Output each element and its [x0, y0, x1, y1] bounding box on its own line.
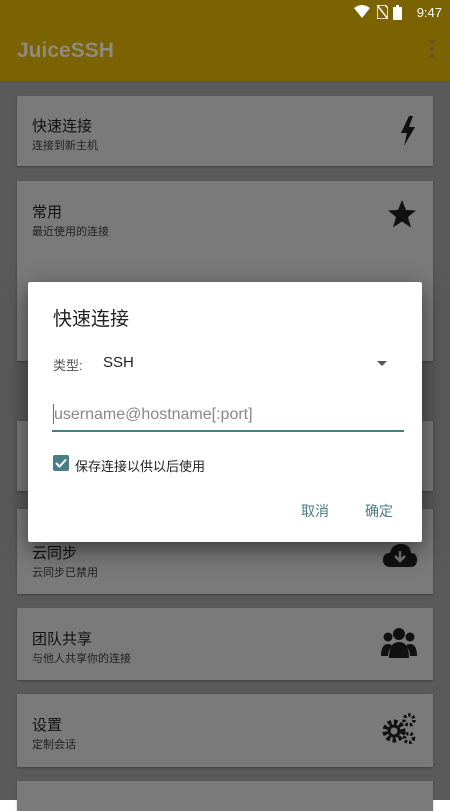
card-subtitle: 最近使用的连接: [32, 226, 109, 238]
address-input[interactable]: [52, 400, 404, 432]
app-title: JuiceSSH: [17, 39, 114, 62]
card-subtitle: 定制会话: [32, 739, 76, 751]
card-title: 常用: [32, 204, 63, 221]
cancel-button[interactable]: 取消: [301, 501, 329, 521]
card-title: 团队共享: [32, 631, 93, 648]
overflow-menu-icon[interactable]: [430, 40, 436, 62]
save-connection-label[interactable]: 保存连接以供以后使用: [75, 456, 205, 475]
battery-icon: [393, 5, 402, 23]
type-dropdown[interactable]: SSH: [103, 354, 134, 371]
gears-icon: [381, 712, 417, 749]
status-time: 9:47: [416, 5, 442, 20]
ok-button[interactable]: 确定: [365, 501, 393, 521]
type-label: 类型:: [53, 358, 83, 373]
checkmark-icon: [55, 458, 67, 468]
quick-connect-dialog: 快速连接 类型: SSH 保存连接以供以后使用 取消 确定: [28, 282, 422, 542]
text-cursor: [53, 404, 54, 424]
app-bar: JuiceSSH: [0, 25, 450, 81]
card-title: 设置: [32, 717, 63, 734]
card-team-sharing[interactable]: 团队共享 与他人共享你的连接: [17, 608, 433, 680]
card-subtitle: 与他人共享你的连接: [32, 653, 131, 665]
card-subtitle: 云同步已禁用: [32, 567, 98, 579]
card-subtitle: 连接到新主机: [32, 140, 98, 152]
dropdown-arrow-icon[interactable]: [377, 361, 387, 366]
dialog-title: 快速连接: [53, 309, 130, 330]
save-connection-checkbox[interactable]: [53, 455, 69, 471]
star-icon: [387, 199, 417, 234]
team-icon: [381, 626, 417, 663]
card-title: 云同步: [32, 545, 78, 562]
cloud-download-icon: [383, 543, 417, 572]
card-partial[interactable]: [17, 781, 433, 811]
no-sim-icon: [376, 4, 389, 22]
wifi-icon: [354, 5, 370, 21]
lightning-icon: [399, 116, 417, 151]
status-bar: 9:47: [0, 0, 450, 25]
card-settings[interactable]: 设置 定制会话: [17, 694, 433, 767]
card-quick-connect[interactable]: 快速连接 连接到新主机: [17, 96, 433, 166]
card-title: 快速连接: [32, 118, 93, 135]
